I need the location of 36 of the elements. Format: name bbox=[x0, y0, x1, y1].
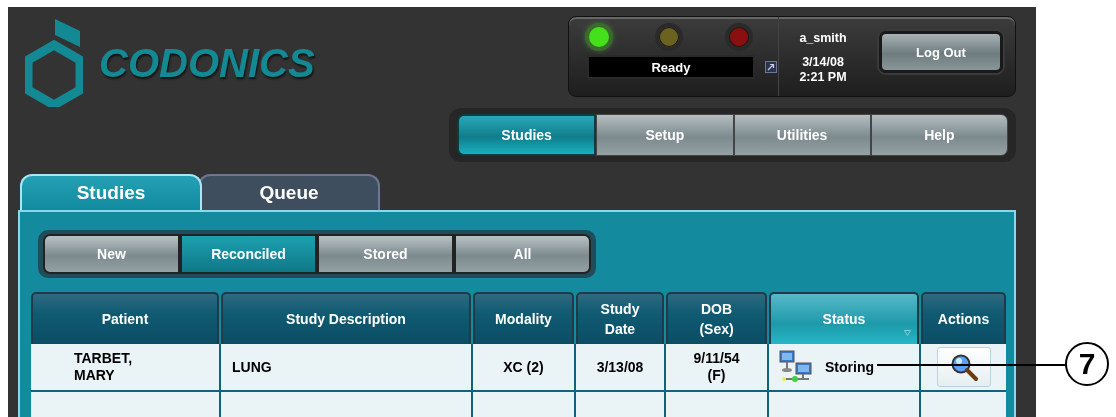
hexagon-logo-icon bbox=[25, 19, 83, 107]
view-button[interactable] bbox=[936, 347, 991, 387]
filter-button[interactable]: All bbox=[454, 234, 591, 274]
filter-button[interactable]: Stored bbox=[317, 234, 454, 274]
callout-number: 7 bbox=[1065, 342, 1109, 386]
column-header[interactable]: Patient bbox=[31, 292, 219, 344]
nav-button[interactable]: Utilities bbox=[733, 114, 871, 156]
column-header[interactable]: DOB (Sex) bbox=[666, 292, 767, 344]
column-header[interactable]: Actions bbox=[921, 292, 1006, 344]
column-header[interactable]: Study Description bbox=[221, 292, 471, 344]
table-cell: Storing bbox=[825, 359, 874, 375]
nav-button[interactable]: Setup bbox=[596, 114, 734, 156]
status-display: Ready bbox=[587, 55, 755, 79]
sort-arrow-icon bbox=[904, 330, 911, 336]
user-name: a_smith bbox=[799, 31, 847, 46]
search-icon bbox=[949, 353, 978, 381]
tab[interactable]: Studies bbox=[20, 174, 202, 210]
filter-button[interactable]: Reconciled bbox=[180, 234, 317, 274]
column-header[interactable]: Study Date bbox=[576, 292, 664, 344]
table-cell: 3/13/08 bbox=[596, 359, 644, 375]
column-header[interactable]: Status bbox=[769, 292, 919, 344]
table-cell-text: 9/11/54 (F) bbox=[692, 350, 741, 384]
nav-button[interactable]: Help bbox=[870, 114, 1008, 156]
filter-button[interactable]: New bbox=[43, 234, 180, 274]
logout-button[interactable]: Log Out bbox=[879, 31, 1003, 73]
table-cell: XC (2) bbox=[503, 359, 544, 375]
column-header[interactable]: Modality bbox=[473, 292, 574, 344]
tab[interactable]: Queue bbox=[198, 174, 380, 210]
time-text: 2:21 PM bbox=[799, 70, 847, 85]
table-cell-text: TARBET, MARY bbox=[73, 350, 134, 384]
popout-icon[interactable] bbox=[765, 61, 777, 73]
table-cell-text: LUNG bbox=[231, 359, 272, 375]
logo-text: CODONICS bbox=[99, 40, 315, 86]
date-text: 3/14/08 bbox=[802, 55, 844, 70]
network-computers-icon bbox=[779, 350, 813, 384]
nav-button[interactable]: Studies bbox=[457, 114, 597, 156]
